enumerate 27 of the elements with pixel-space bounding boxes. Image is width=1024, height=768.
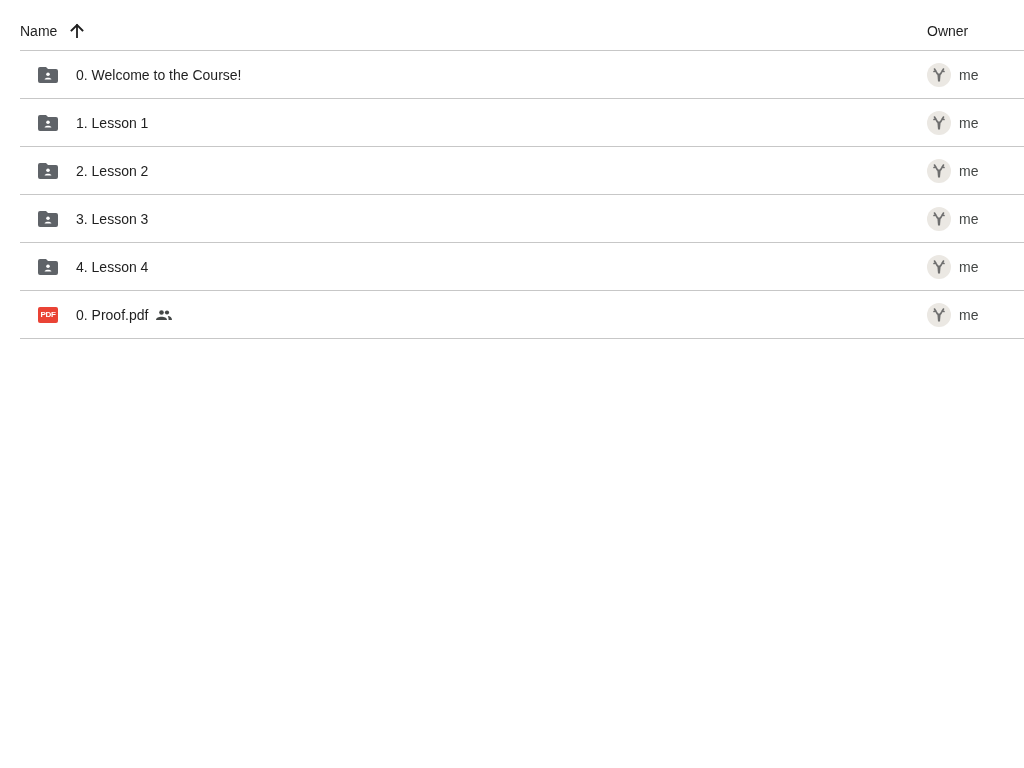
avatar-icon [927, 62, 951, 87]
file-name[interactable]: 2. Lesson 2 [76, 160, 149, 181]
avatar-icon [927, 110, 951, 135]
file-name[interactable]: 1. Lesson 1 [76, 112, 149, 133]
column-header[interactable]: Name [20, 21, 58, 41]
owner-name: me [959, 305, 979, 325]
sort-ascending-icon[interactable] [69, 23, 86, 39]
avatar-icon [927, 158, 951, 183]
folder-person-icon [38, 210, 58, 227]
folder-person-icon [38, 162, 58, 179]
pdf-icon: PDF [38, 306, 58, 323]
owner-name: me [959, 65, 979, 85]
file-name[interactable]: 0. Welcome to the Course! [76, 64, 242, 85]
column-header[interactable]: Owner [927, 21, 969, 41]
folder-person-icon [38, 258, 58, 275]
owner-name: me [959, 257, 979, 277]
file-name[interactable]: 4. Lesson 4 [76, 256, 149, 277]
folder-person-icon [38, 114, 58, 131]
avatar-icon [927, 206, 951, 231]
folder-person-icon [38, 66, 58, 83]
owner-name: me [959, 161, 979, 181]
avatar-icon [927, 302, 951, 327]
owner-name: me [959, 113, 979, 133]
avatar-icon [927, 254, 951, 279]
file-name[interactable]: 0. Proof.pdf [76, 304, 149, 325]
file-name[interactable]: 3. Lesson 3 [76, 208, 149, 229]
owner-name: me [959, 209, 979, 229]
